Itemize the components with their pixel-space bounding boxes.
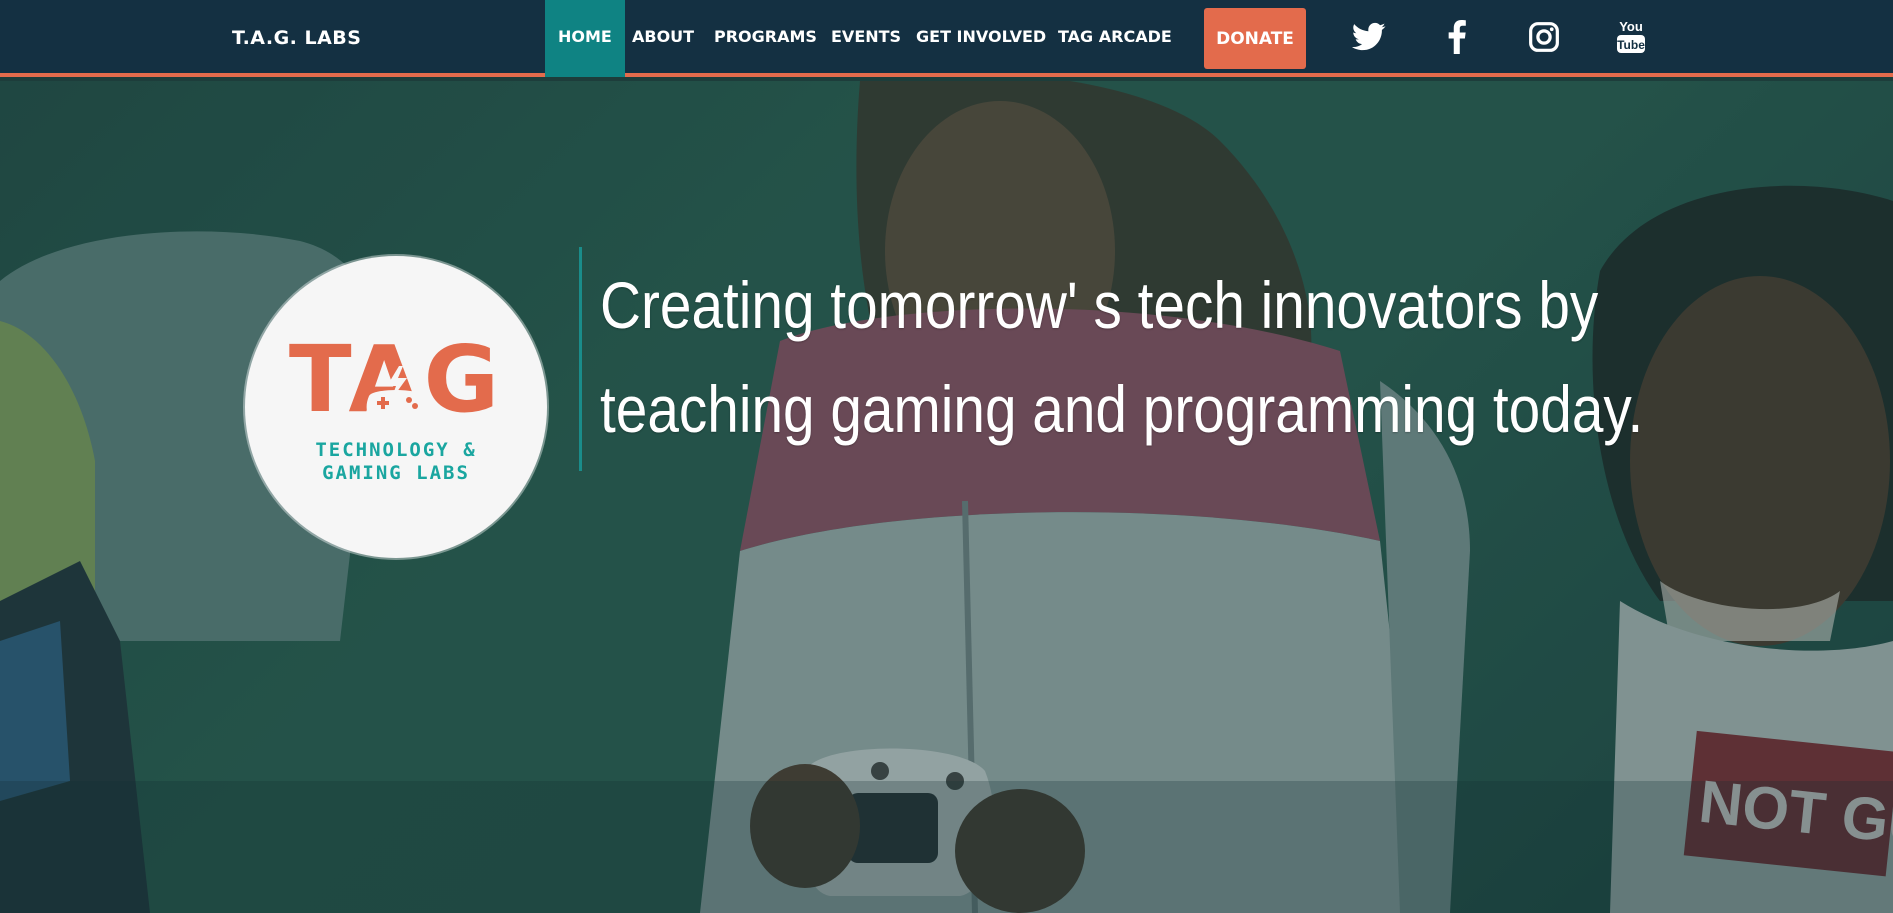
facebook-link[interactable] [1436,14,1478,60]
facebook-icon [1448,20,1466,54]
tagline-accent-bar [579,247,582,471]
tag-logo: TAG TECHNOLOGY & GAMING LABS [245,256,547,558]
instagram-link[interactable] [1523,14,1565,60]
nav-programs[interactable]: PROGRAMS [714,0,817,77]
nav-home[interactable]: HOME [545,0,625,77]
gamepad-icon [366,366,426,421]
logo-subtitle-line2: GAMING LABS [322,462,470,484]
nav-events[interactable]: EVENTS [831,0,901,77]
logo-subtitle-line1: TECHNOLOGY & [315,439,477,461]
twitter-icon [1352,22,1386,51]
logo-subtitle: TECHNOLOGY & GAMING LABS [245,439,547,485]
nav-tag-arcade[interactable]: TAG ARCADE [1058,0,1172,77]
nav-about[interactable]: ABOUT [632,0,694,77]
youtube-link[interactable]: You Tube [1610,14,1652,60]
youtube-icon-text-bottom: Tube [1617,38,1645,52]
hero-section: NOT GUILT TAG TECHNOLOGY & GAMING LABS C… [0,81,1893,913]
top-navbar: T.A.G. LABS HOME ABOUT PROGRAMS EVENTS G… [0,0,1893,77]
youtube-icon-text-top: You [1619,19,1643,34]
twitter-link[interactable] [1348,14,1390,60]
tagline-line-2: teaching gaming and programming today. [600,372,1644,446]
nav-get-involved[interactable]: GET INVOLVED [916,0,1046,77]
donate-button[interactable]: DONATE [1204,8,1306,69]
tagline-line-1: Creating tomorrow' s tech innovators by [600,268,1599,342]
youtube-icon: You Tube [1617,19,1645,53]
instagram-icon [1529,22,1559,52]
hero-tagline: Creating tomorrow' s tech innovators by … [600,253,1644,461]
brand-link[interactable]: T.A.G. LABS [232,27,361,49]
